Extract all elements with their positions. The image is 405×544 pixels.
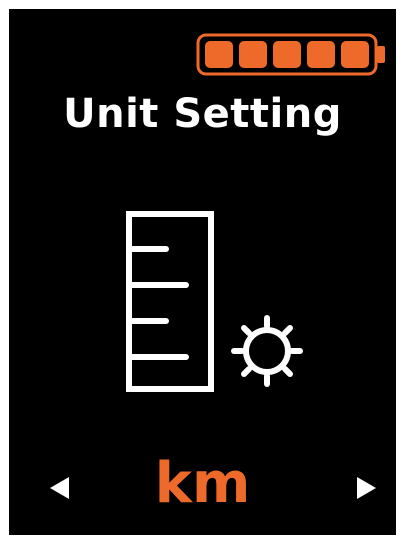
battery-icon	[196, 33, 389, 76]
page-title: Unit Setting	[63, 91, 342, 137]
triangle-right-icon[interactable]	[355, 475, 379, 501]
unit-value[interactable]: km	[9, 449, 396, 519]
display-screen: Unit Setting km	[9, 9, 396, 535]
ruler-gear-icon	[122, 211, 312, 397]
